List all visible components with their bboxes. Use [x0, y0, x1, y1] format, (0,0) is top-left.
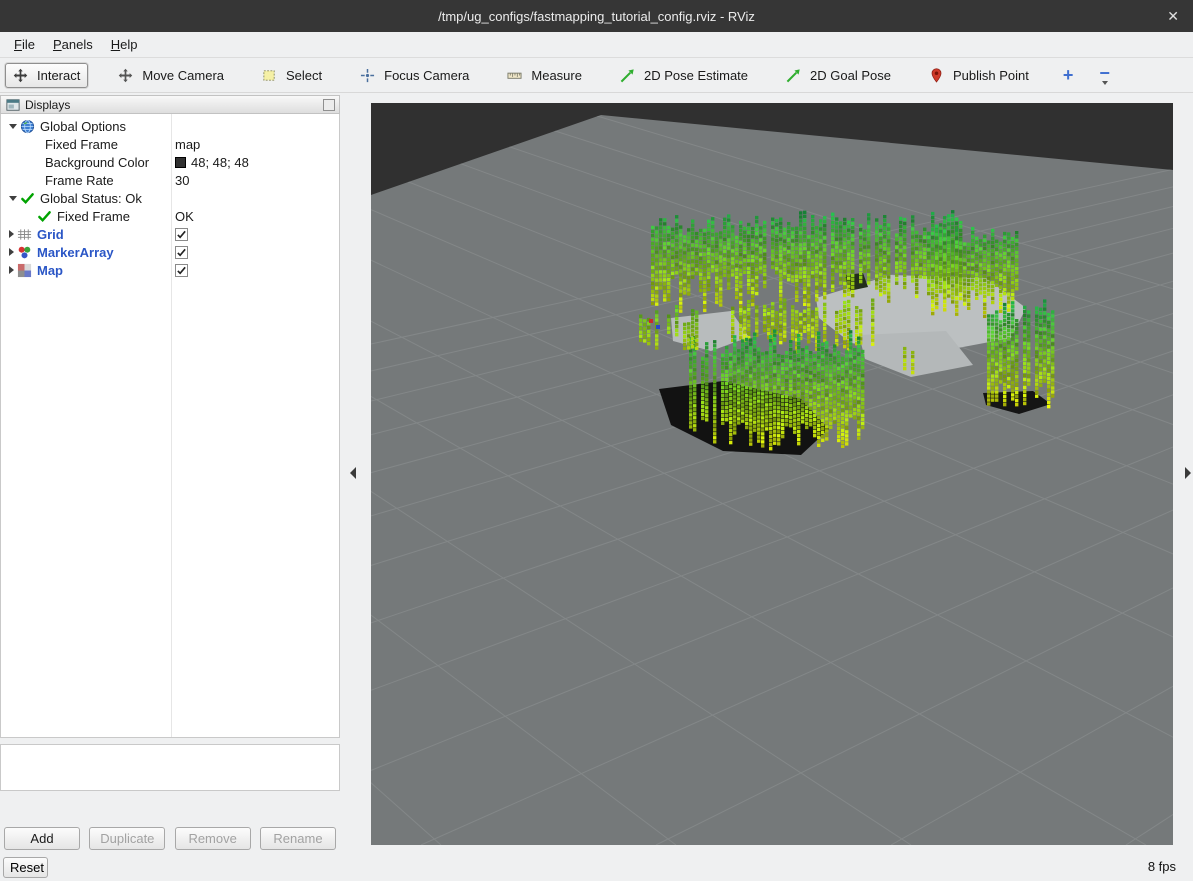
- tree-row-markerarray[interactable]: MarkerArray: [1, 243, 339, 261]
- panel-float-button[interactable]: [323, 99, 335, 111]
- tool-2d-goal-pose[interactable]: 2D Goal Pose: [778, 63, 899, 88]
- enabled-checkbox[interactable]: [175, 228, 188, 241]
- tree-label: Grid: [37, 227, 64, 242]
- tool-measure[interactable]: Measure: [499, 63, 590, 88]
- tree-label: Background Color: [45, 155, 149, 170]
- tool-interact[interactable]: Interact: [5, 63, 88, 88]
- interact-icon: [13, 68, 28, 83]
- property-value[interactable]: 30: [175, 173, 189, 188]
- tree-row-grid[interactable]: Grid: [1, 225, 339, 243]
- tree-row-global-options[interactable]: Global Options: [1, 117, 339, 135]
- expander-open-icon[interactable]: [9, 196, 17, 201]
- tree-label: MarkerArray: [37, 245, 114, 260]
- tree-row-fixed-frame-status[interactable]: Fixed Frame OK: [1, 207, 339, 225]
- tree-row-frame-rate[interactable]: Frame Rate 30: [1, 171, 339, 189]
- tool-label: 2D Goal Pose: [810, 68, 891, 83]
- display-description-area: [0, 744, 340, 791]
- window-title: /tmp/ug_configs/fastmapping_tutorial_con…: [438, 9, 755, 24]
- menu-file[interactable]: File: [5, 34, 44, 55]
- marker-array-icon: [17, 245, 32, 260]
- tree-label: Map: [37, 263, 63, 278]
- tree-row-background-color[interactable]: Background Color 48; 48; 48: [1, 153, 339, 171]
- viewport-3d[interactable]: [371, 103, 1173, 845]
- tree-row-global-status[interactable]: Global Status: Ok: [1, 189, 339, 207]
- displays-panel: Displays Global Options Fixed Frame map …: [0, 95, 340, 852]
- displays-panel-icon: [6, 98, 20, 112]
- expander-closed-icon[interactable]: [9, 230, 14, 238]
- viewport-scene: [371, 103, 1173, 845]
- status-ok-check-icon: [20, 191, 35, 206]
- duplicate-display-button[interactable]: Duplicate: [89, 827, 165, 850]
- pose-estimate-arrow-icon: [620, 68, 635, 83]
- tool-label: Move Camera: [142, 68, 224, 83]
- chevron-down-icon: [1102, 81, 1108, 85]
- displays-tree: Global Options Fixed Frame map Backgroun…: [0, 114, 340, 738]
- tree-label: Global Status: Ok: [40, 191, 142, 206]
- focus-camera-icon: [360, 68, 375, 83]
- menu-panels[interactable]: Panels: [44, 34, 102, 55]
- reset-button[interactable]: Reset: [3, 857, 48, 878]
- tool-label: 2D Pose Estimate: [644, 68, 748, 83]
- tool-label: Interact: [37, 68, 80, 83]
- property-value: OK: [175, 209, 194, 224]
- tool-label: Select: [286, 68, 322, 83]
- publish-point-pin-icon: [929, 68, 944, 83]
- toolbar: Interact Move Camera Select Focus Camera…: [0, 58, 1193, 93]
- move-camera-icon: [118, 68, 133, 83]
- expander-closed-icon[interactable]: [9, 248, 14, 256]
- property-value[interactable]: map: [175, 137, 200, 152]
- tool-label: Measure: [531, 68, 582, 83]
- tree-label: Fixed Frame: [57, 209, 130, 224]
- color-swatch[interactable]: [175, 157, 186, 168]
- add-display-button[interactable]: Add: [4, 827, 80, 850]
- menubar: File Panels Help: [0, 32, 1193, 58]
- left-panel-collapse-handle[interactable]: [350, 467, 356, 479]
- tree-row-fixed-frame[interactable]: Fixed Frame map: [1, 135, 339, 153]
- tool-publish-point[interactable]: Publish Point: [921, 63, 1037, 88]
- goal-pose-arrow-icon: [786, 68, 801, 83]
- expander-open-icon[interactable]: [9, 124, 17, 129]
- titlebar[interactable]: /tmp/ug_configs/fastmapping_tutorial_con…: [0, 0, 1193, 32]
- fps-indicator: 8 fps: [1148, 859, 1176, 874]
- remove-tool-button[interactable]: −: [1095, 66, 1114, 85]
- expander-closed-icon[interactable]: [9, 266, 14, 274]
- tool-label: Publish Point: [953, 68, 1029, 83]
- tool-focus-camera[interactable]: Focus Camera: [352, 63, 477, 88]
- tree-row-map[interactable]: Map: [1, 261, 339, 279]
- tool-select[interactable]: Select: [254, 63, 330, 88]
- displays-panel-buttons: Add Duplicate Remove Rename: [0, 827, 340, 850]
- measure-icon: [507, 68, 522, 83]
- right-panel-collapse-handle[interactable]: [1185, 467, 1191, 479]
- menu-help[interactable]: Help: [102, 34, 147, 55]
- tree-label: Global Options: [40, 119, 126, 134]
- panel-title: Displays: [25, 98, 70, 112]
- tool-move-camera[interactable]: Move Camera: [110, 63, 232, 88]
- globe-icon: [20, 119, 35, 134]
- rename-display-button[interactable]: Rename: [260, 827, 336, 850]
- add-tool-button[interactable]: +: [1059, 65, 1078, 86]
- enabled-checkbox[interactable]: [175, 264, 188, 277]
- status-ok-check-icon: [37, 209, 52, 224]
- map-display-icon: [17, 263, 32, 278]
- tree-label: Fixed Frame: [45, 137, 118, 152]
- property-value[interactable]: 48; 48; 48: [191, 155, 249, 170]
- enabled-checkbox[interactable]: [175, 246, 188, 259]
- select-icon: [262, 68, 277, 83]
- tool-label: Focus Camera: [384, 68, 469, 83]
- remove-display-button[interactable]: Remove: [175, 827, 251, 850]
- grid-display-icon: [17, 227, 32, 242]
- close-button[interactable]: ✕: [1167, 0, 1179, 32]
- tool-2d-pose-estimate[interactable]: 2D Pose Estimate: [612, 63, 756, 88]
- displays-panel-header[interactable]: Displays: [0, 95, 340, 114]
- tree-label: Frame Rate: [45, 173, 114, 188]
